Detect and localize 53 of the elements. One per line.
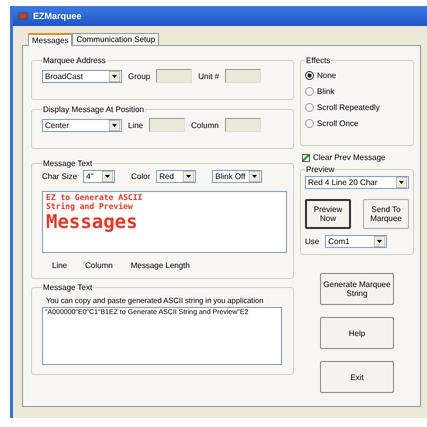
radio-button[interactable] [305, 70, 314, 80]
group-title: Effects [305, 56, 332, 65]
group-title: Preview [305, 165, 336, 174]
dropdown[interactable]: Blink Off [212, 170, 262, 183]
message-line: Messages [46, 211, 138, 233]
dropdown[interactable]: Red 4 Line 20 Char [305, 176, 409, 189]
app-icon [17, 10, 29, 22]
radio-label: Scroll Once [317, 118, 358, 128]
checkbox[interactable] [302, 154, 310, 162]
dropdown[interactable]: Center [42, 118, 122, 132]
group-title: Marquee Address [42, 56, 107, 65]
radio-button[interactable] [305, 118, 314, 128]
preview-button[interactable]: Preview Now [305, 199, 351, 229]
dropdown-arrow-icon[interactable] [102, 171, 114, 182]
tab[interactable]: Messages [28, 33, 72, 46]
status-label: Message Length [130, 261, 190, 270]
radio-label: Blink [317, 86, 334, 96]
field-label: Group [128, 72, 150, 80]
dropdown[interactable]: Com1 [325, 235, 388, 248]
message-line: EZ to Generate ASCII [46, 193, 142, 202]
group-title: Message Text [42, 283, 94, 292]
action-button[interactable]: Help [320, 317, 394, 349]
radio-label: Scroll Repeatedly [317, 102, 380, 112]
message-preview[interactable]: EZ to Generate ASCII String and Preview Messages [42, 191, 287, 253]
field-label: Unit # [198, 72, 220, 80]
action-button[interactable]: Exit [320, 361, 394, 393]
dropdown[interactable]: Red [156, 170, 196, 183]
dropdown-arrow-icon[interactable] [109, 70, 120, 82]
checkbox-label: Clear Prev Message [313, 153, 386, 162]
field-label: Char Size [42, 172, 78, 181]
tab[interactable]: Communication Setup [72, 33, 160, 45]
preview-button[interactable]: Send To Marquee [363, 199, 409, 229]
dropdown[interactable]: 4" [83, 170, 116, 183]
dropdown-arrow-icon[interactable] [109, 120, 120, 130]
dropdown[interactable]: BroadCast [42, 70, 122, 82]
status-label: Column [85, 261, 113, 270]
radio-label: None [317, 70, 336, 80]
action-button[interactable]: Generate Marquee String [320, 273, 394, 305]
group-title: Message Text [42, 159, 94, 168]
field-label: Line [128, 120, 144, 130]
message-line: String and Preview [46, 202, 133, 211]
field-label: Column [191, 120, 219, 130]
dropdown-arrow-icon[interactable] [374, 236, 386, 247]
status-label: Line [52, 261, 68, 270]
group-title: Display Message At Position [42, 105, 145, 114]
dropdown-arrow-icon[interactable] [183, 171, 194, 182]
radio-button[interactable] [305, 86, 314, 96]
dropdown-arrow-icon[interactable] [396, 177, 407, 188]
dropdown-arrow-icon[interactable] [249, 171, 260, 182]
window-title: EZMarquee [33, 11, 82, 21]
field-label: Color [131, 172, 150, 181]
radio-button[interactable] [305, 102, 314, 112]
field-label: Use [305, 237, 320, 246]
